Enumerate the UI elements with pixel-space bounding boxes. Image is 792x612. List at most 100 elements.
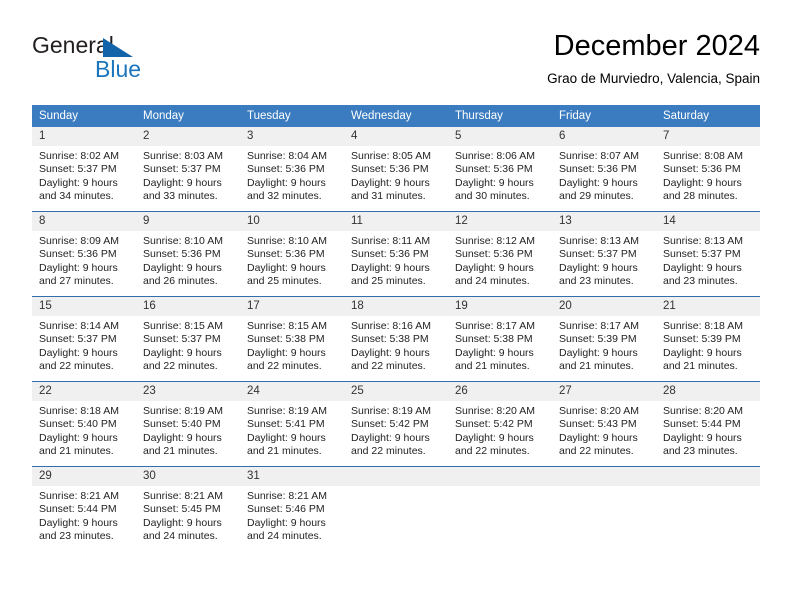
day-details: Sunrise: 8:20 AM Sunset: 5:42 PM Daylight:… <box>448 401 552 459</box>
day-cell[interactable]: 11 Sunrise: 8:11 AM Sunset: 5:36 PM Dayligh… <box>344 211 448 297</box>
sunrise-line: Sunrise: 8:02 AM <box>39 150 119 162</box>
daylight-line-1: Daylight: 9 hours <box>39 261 118 274</box>
sunrise-line: Sunrise: 8:13 AM <box>559 235 639 247</box>
sunset-line: Sunset: 5:38 PM <box>247 333 325 346</box>
day-number: 10 <box>240 212 344 231</box>
day-number: 6 <box>552 127 656 146</box>
day-cell[interactable]: 29 Sunrise: 8:21 AM Sunset: 5:44 PM Dayligh… <box>32 466 136 551</box>
day-cell[interactable]: 1 Sunrise: 8:02 AM Sunset: 5:37 PM Daylight… <box>32 127 136 212</box>
day-details: Sunrise: 8:12 AM Sunset: 5:36 PM Daylight:… <box>448 231 552 289</box>
sunset-line: Sunset: 5:39 PM <box>559 333 637 346</box>
day-cell[interactable]: 2 Sunrise: 8:03 AM Sunset: 5:37 PM Daylight… <box>136 127 240 212</box>
day-cell[interactable]: 27 Sunrise: 8:20 AM Sunset: 5:43 PM Dayligh… <box>552 381 656 467</box>
daylight-line-1: Daylight: 9 hours <box>455 261 534 274</box>
day-number: 24 <box>240 382 344 401</box>
daylight-line-1: Daylight: 9 hours <box>143 261 222 274</box>
daylight-line-1: Daylight: 9 hours <box>39 431 118 444</box>
day-number: 27 <box>552 382 656 401</box>
day-number: 21 <box>656 297 760 316</box>
general-blue-logo[interactable]: General Blue <box>32 32 212 88</box>
day-details: Sunrise: 8:13 AM Sunset: 5:37 PM Daylight:… <box>552 231 656 289</box>
day-cell[interactable]: 6 Sunrise: 8:07 AM Sunset: 5:36 PM Daylight… <box>552 127 656 212</box>
day-details: Sunrise: 8:09 AM Sunset: 5:36 PM Daylight:… <box>32 231 136 289</box>
day-cell[interactable]: 22 Sunrise: 8:18 AM Sunset: 5:40 PM Dayligh… <box>32 381 136 467</box>
sunset-line: Sunset: 5:44 PM <box>39 503 117 516</box>
week-row: 29 Sunrise: 8:21 AM Sunset: 5:44 PM Dayligh… <box>32 466 760 551</box>
sunrise-line: Sunrise: 8:09 AM <box>39 235 119 247</box>
daylight-line-2: and 22 minutes. <box>455 445 530 458</box>
weekday-header-tuesday: Tuesday <box>240 105 344 127</box>
day-details: Sunrise: 8:13 AM Sunset: 5:37 PM Daylight:… <box>656 231 760 289</box>
sunset-line: Sunset: 5:36 PM <box>351 163 429 176</box>
day-details: Sunrise: 8:10 AM Sunset: 5:36 PM Daylight:… <box>240 231 344 289</box>
day-details: Sunrise: 8:07 AM Sunset: 5:36 PM Daylight:… <box>552 146 656 204</box>
day-number: 31 <box>240 467 344 486</box>
daylight-line-1: Daylight: 9 hours <box>351 346 430 359</box>
day-cell[interactable]: 15 Sunrise: 8:14 AM Sunset: 5:37 PM Dayligh… <box>32 296 136 382</box>
daylight-line-2: and 26 minutes. <box>143 275 218 288</box>
day-cell[interactable]: 18 Sunrise: 8:16 AM Sunset: 5:38 PM Dayligh… <box>344 296 448 382</box>
sunset-line: Sunset: 5:37 PM <box>143 333 221 346</box>
daylight-line-2: and 21 minutes. <box>39 445 114 458</box>
day-details: Sunrise: 8:21 AM Sunset: 5:46 PM Daylight:… <box>240 486 344 544</box>
day-cell[interactable]: 16 Sunrise: 8:15 AM Sunset: 5:37 PM Dayligh… <box>136 296 240 382</box>
day-number: 3 <box>240 127 344 146</box>
day-cell[interactable]: 19 Sunrise: 8:17 AM Sunset: 5:38 PM Dayligh… <box>448 296 552 382</box>
day-cell[interactable]: 14 Sunrise: 8:13 AM Sunset: 5:37 PM Dayligh… <box>656 211 760 297</box>
weekday-header-saturday: Saturday <box>656 105 760 127</box>
daylight-line-2: and 21 minutes. <box>559 360 634 373</box>
day-cell[interactable]: 26 Sunrise: 8:20 AM Sunset: 5:42 PM Dayligh… <box>448 381 552 467</box>
daylight-line-2: and 22 minutes. <box>351 360 426 373</box>
daylight-line-1: Daylight: 9 hours <box>143 431 222 444</box>
calendar-body: 1 Sunrise: 8:02 AM Sunset: 5:37 PM Daylight… <box>32 127 760 551</box>
day-cell[interactable]: 20 Sunrise: 8:17 AM Sunset: 5:39 PM Dayligh… <box>552 296 656 382</box>
week-row: 15 Sunrise: 8:14 AM Sunset: 5:37 PM Dayligh… <box>32 296 760 382</box>
day-cell[interactable]: 4 Sunrise: 8:05 AM Sunset: 5:36 PM Daylight… <box>344 127 448 212</box>
daylight-line-2: and 29 minutes. <box>559 190 634 203</box>
daylight-line-1: Daylight: 9 hours <box>663 431 742 444</box>
sunrise-line: Sunrise: 8:13 AM <box>663 235 743 247</box>
sunset-line: Sunset: 5:42 PM <box>351 418 429 431</box>
day-cell[interactable]: 23 Sunrise: 8:19 AM Sunset: 5:40 PM Dayligh… <box>136 381 240 467</box>
day-cell[interactable]: 3 Sunrise: 8:04 AM Sunset: 5:36 PM Daylight… <box>240 127 344 212</box>
daylight-line-2: and 24 minutes. <box>455 275 530 288</box>
day-cell[interactable]: 10 Sunrise: 8:10 AM Sunset: 5:36 PM Dayligh… <box>240 211 344 297</box>
sunset-line: Sunset: 5:36 PM <box>455 163 533 176</box>
day-cell[interactable]: 12 Sunrise: 8:12 AM Sunset: 5:36 PM Dayligh… <box>448 211 552 297</box>
day-cell[interactable]: 28 Sunrise: 8:20 AM Sunset: 5:44 PM Dayligh… <box>656 381 760 467</box>
day-number <box>448 467 552 486</box>
day-cell[interactable]: 17 Sunrise: 8:15 AM Sunset: 5:38 PM Dayligh… <box>240 296 344 382</box>
day-cell[interactable]: 21 Sunrise: 8:18 AM Sunset: 5:39 PM Dayligh… <box>656 296 760 382</box>
daylight-line-2: and 22 minutes. <box>351 445 426 458</box>
day-number: 11 <box>344 212 448 231</box>
day-cell[interactable]: 9 Sunrise: 8:10 AM Sunset: 5:36 PM Daylight… <box>136 211 240 297</box>
daylight-line-1: Daylight: 9 hours <box>663 261 742 274</box>
day-details: Sunrise: 8:02 AM Sunset: 5:37 PM Daylight:… <box>32 146 136 204</box>
sunrise-line: Sunrise: 8:18 AM <box>39 405 119 417</box>
day-cell[interactable]: 8 Sunrise: 8:09 AM Sunset: 5:36 PM Daylight… <box>32 211 136 297</box>
day-number: 7 <box>656 127 760 146</box>
day-details: Sunrise: 8:10 AM Sunset: 5:36 PM Daylight:… <box>136 231 240 289</box>
day-cell[interactable]: 7 Sunrise: 8:08 AM Sunset: 5:36 PM Daylight… <box>656 127 760 212</box>
day-cell[interactable]: 24 Sunrise: 8:19 AM Sunset: 5:41 PM Dayligh… <box>240 381 344 467</box>
day-number: 9 <box>136 212 240 231</box>
day-details: Sunrise: 8:18 AM Sunset: 5:39 PM Daylight:… <box>656 316 760 374</box>
sunset-line: Sunset: 5:46 PM <box>247 503 325 516</box>
sunset-line: Sunset: 5:37 PM <box>143 163 221 176</box>
daylight-line-2: and 22 minutes. <box>247 360 322 373</box>
day-number: 19 <box>448 297 552 316</box>
daylight-line-1: Daylight: 9 hours <box>663 346 742 359</box>
daylight-line-1: Daylight: 9 hours <box>351 176 430 189</box>
daylight-line-2: and 32 minutes. <box>247 190 322 203</box>
sunset-line: Sunset: 5:42 PM <box>455 418 533 431</box>
page-header: General Blue December 2024 Grao de Murvi… <box>32 28 760 98</box>
day-cell[interactable]: 5 Sunrise: 8:06 AM Sunset: 5:36 PM Daylight… <box>448 127 552 212</box>
day-cell[interactable]: 31 Sunrise: 8:21 AM Sunset: 5:46 PM Dayligh… <box>240 466 344 551</box>
sunset-line: Sunset: 5:36 PM <box>247 163 325 176</box>
day-cell[interactable]: 13 Sunrise: 8:13 AM Sunset: 5:37 PM Dayligh… <box>552 211 656 297</box>
daylight-line-2: and 23 minutes. <box>663 445 738 458</box>
logo-text-general: General <box>32 32 114 58</box>
day-details: Sunrise: 8:18 AM Sunset: 5:40 PM Daylight:… <box>32 401 136 459</box>
day-cell[interactable]: 30 Sunrise: 8:21 AM Sunset: 5:45 PM Dayligh… <box>136 466 240 551</box>
day-cell[interactable]: 25 Sunrise: 8:19 AM Sunset: 5:42 PM Dayligh… <box>344 381 448 467</box>
